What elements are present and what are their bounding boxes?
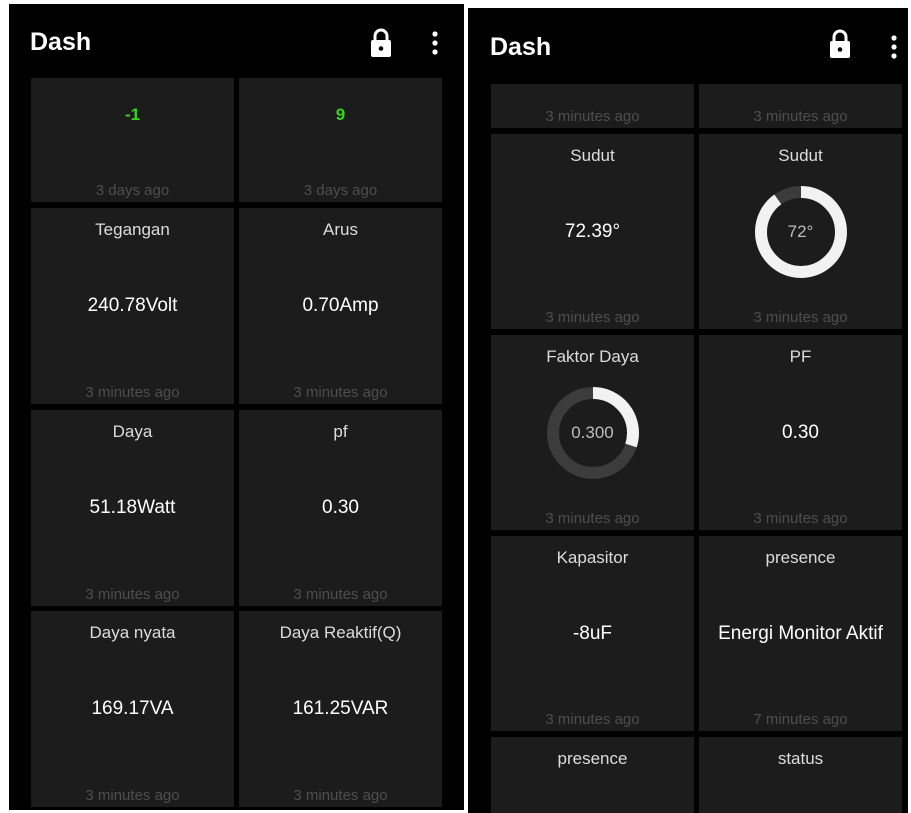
tile[interactable]: Arus 0.70Amp 3 minutes ago [239, 208, 442, 404]
tile-timestamp: 3 minutes ago [753, 108, 848, 125]
tile-title: status [777, 749, 824, 768]
tile-value: 169.17VA [91, 698, 174, 719]
tile[interactable]: presence [491, 737, 694, 813]
tile[interactable]: PF 0.30 3 minutes ago [699, 335, 902, 530]
more-vert-icon[interactable] [431, 31, 439, 55]
tile[interactable]: 9 3 days ago [239, 78, 442, 202]
power-factor-gauge: 0.300 [543, 383, 643, 483]
tile-value: 72.39° [564, 220, 621, 242]
tile-timestamp: 3 minutes ago [85, 787, 180, 804]
tile-timestamp: 3 minutes ago [293, 586, 388, 603]
app-title: Dash [490, 33, 552, 61]
tile[interactable]: Sudut 72.39° 3 minutes ago [491, 134, 694, 329]
tile-timestamp: 3 minutes ago [85, 384, 180, 401]
tile-value: -8uF [572, 622, 613, 644]
gauge-label: 0.300 [571, 422, 614, 442]
tile-title: presence [765, 548, 836, 567]
right-screen: Dash 3 minutes ago 3 minutes ago Sudut 7… [468, 8, 908, 813]
tile[interactable]: Sudut 72° 3 minutes ago [699, 134, 902, 329]
tile[interactable]: presence Energi Monitor Aktif 7 minutes … [699, 536, 902, 731]
tile-title: Daya Reaktif(Q) [279, 623, 402, 642]
app-bar: Dash [9, 4, 464, 78]
tile[interactable]: 3 minutes ago [491, 84, 694, 128]
tile[interactable]: Daya 51.18Watt 3 minutes ago [31, 410, 234, 606]
tile-value: 9 [335, 105, 346, 124]
tile[interactable]: pf 0.30 3 minutes ago [239, 410, 442, 606]
tile-title: Daya [112, 422, 153, 441]
tile-title: Kapasitor [556, 548, 629, 567]
tile-timestamp: 3 minutes ago [545, 510, 640, 527]
more-vert-icon[interactable] [890, 35, 898, 59]
tile-value: 0.30 [782, 421, 819, 443]
lock-icon[interactable] [370, 28, 392, 58]
tile-timestamp: 3 minutes ago [545, 711, 640, 728]
tile-timestamp: 3 minutes ago [753, 309, 848, 326]
tile[interactable]: Tegangan 240.78Volt 3 minutes ago [31, 208, 234, 404]
app-title: Dash [30, 28, 92, 56]
tile-value: Energi Monitor Aktif [718, 622, 883, 644]
tile-title: Sudut [778, 146, 823, 165]
tile-timestamp: 3 minutes ago [85, 586, 180, 603]
left-screen: Dash -1 3 days ago 9 3 days ago Tegangan… [9, 4, 464, 810]
tile[interactable]: 3 minutes ago [699, 84, 902, 128]
tile-timestamp: 3 minutes ago [545, 108, 640, 125]
tile-timestamp: 3 minutes ago [293, 787, 388, 804]
lock-icon[interactable] [829, 29, 851, 59]
tile[interactable]: Daya Reaktif(Q) 161.25VAR 3 minutes ago [239, 611, 442, 807]
tile-value: 0.70Amp [302, 295, 379, 316]
tile-value: 161.25VAR [292, 698, 389, 719]
tile-title: Tegangan [95, 220, 170, 239]
tile-title: pf [333, 422, 348, 441]
tile-value: 240.78Volt [87, 295, 178, 316]
tile-title: PF [789, 347, 812, 366]
tile-title: Daya nyata [89, 623, 176, 642]
tile-value: 51.18Watt [89, 497, 176, 518]
tile-title: Faktor Daya [546, 347, 639, 366]
tile-timestamp: 3 minutes ago [545, 309, 640, 326]
tile-value: 0.30 [322, 497, 359, 518]
tile-title: presence [557, 749, 628, 768]
angle-gauge: 72° [751, 182, 851, 282]
tile-timestamp: 7 minutes ago [753, 711, 848, 728]
tile-timestamp: 3 days ago [303, 182, 378, 199]
tile-value: -1 [124, 105, 141, 124]
app-bar: Dash [468, 8, 908, 84]
tile-timestamp: 3 minutes ago [293, 384, 388, 401]
tile-title: Sudut [570, 146, 615, 165]
tile[interactable]: Kapasitor -8uF 3 minutes ago [491, 536, 694, 731]
tile-title: Arus [323, 220, 358, 239]
tile-timestamp: 3 days ago [95, 182, 170, 199]
tile[interactable]: Faktor Daya 0.300 3 minutes ago [491, 335, 694, 530]
tile-timestamp: 3 minutes ago [753, 510, 848, 527]
gauge-label: 72° [787, 221, 814, 241]
tile[interactable]: status [699, 737, 902, 813]
tile[interactable]: Daya nyata 169.17VA 3 minutes ago [31, 611, 234, 807]
tile[interactable]: -1 3 days ago [31, 78, 234, 202]
